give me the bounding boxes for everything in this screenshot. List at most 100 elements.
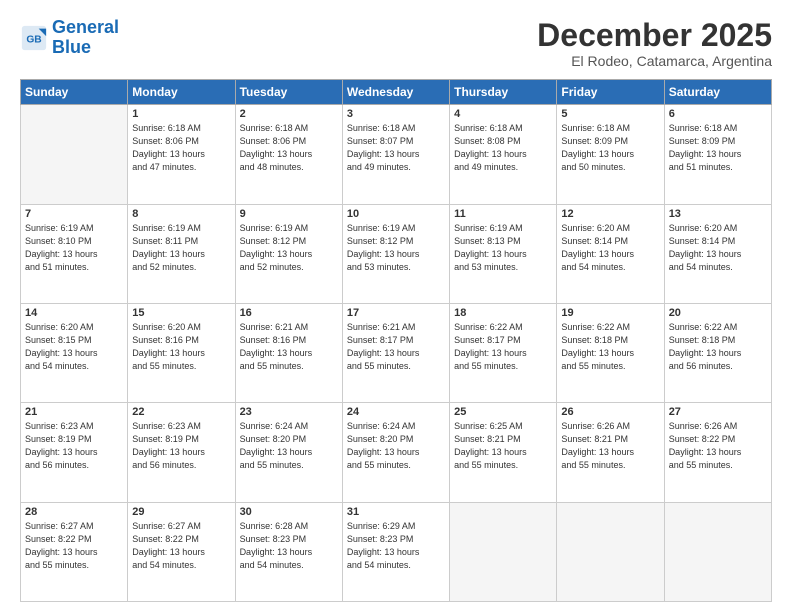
col-header-saturday: Saturday (664, 80, 771, 105)
calendar-cell: 11 Sunrise: 6:19 AMSunset: 8:13 PMDayligh… (450, 204, 557, 303)
day-number: 4 (454, 108, 552, 120)
calendar-cell: 27Sunrise: 6:26 AMSunset: 8:22 PMDayligh… (664, 403, 771, 502)
calendar-cell: 30 Sunrise: 6:28 AMSunset: 8:23 PMDayligh… (235, 502, 342, 601)
title-block: December 2025 El Rodeo, Catamarca, Argen… (537, 18, 772, 69)
day-info: Sunrise: 6:18 AMSunset: 8:09 PMDaylight:… (669, 122, 767, 174)
day-number: 21 (25, 406, 123, 418)
day-number: 16 (240, 307, 338, 319)
day-info: Sunrise: 6:21 AMSunset: 8:16 PMDaylight:… (240, 321, 338, 373)
day-info: Sunrise: 6:19 AMSunset: 8:12 PMDaylight:… (240, 222, 338, 274)
day-info: Sunrise: 6:22 AMSunset: 8:17 PMDaylight:… (454, 321, 552, 373)
day-number: 29 (132, 506, 230, 518)
day-number: 26 (561, 406, 659, 418)
calendar-cell: 10 Sunrise: 6:19 AMSunset: 8:12 PMDayligh… (342, 204, 449, 303)
day-number: 27 (669, 406, 767, 418)
col-header-sunday: Sunday (21, 80, 128, 105)
day-info: Sunrise: 6:20 AMSunset: 8:15 PMDaylight:… (25, 321, 123, 373)
col-header-tuesday: Tuesday (235, 80, 342, 105)
day-info: Sunrise: 6:26 AMSunset: 8:21 PMDaylight:… (561, 420, 659, 472)
day-number: 14 (25, 307, 123, 319)
calendar-cell: 22 Sunrise: 6:23 AMSunset: 8:19 PMDayligh… (128, 403, 235, 502)
calendar-cell: 7Sunrise: 6:19 AMSunset: 8:10 PMDaylight… (21, 204, 128, 303)
calendar-cell: 2Sunrise: 6:18 AMSunset: 8:06 PMDaylight… (235, 105, 342, 204)
day-number: 9 (240, 208, 338, 220)
day-info: Sunrise: 6:27 AMSunset: 8:22 PMDaylight:… (132, 520, 230, 572)
calendar-header: SundayMondayTuesdayWednesdayThursdayFrid… (21, 80, 772, 105)
col-header-thursday: Thursday (450, 80, 557, 105)
logo-line2: Blue (52, 37, 91, 57)
col-header-monday: Monday (128, 80, 235, 105)
day-info: Sunrise: 6:28 AMSunset: 8:23 PMDaylight:… (240, 520, 338, 572)
day-number: 3 (347, 108, 445, 120)
day-number: 19 (561, 307, 659, 319)
calendar-cell: 17 Sunrise: 6:21 AMSunset: 8:17 PMDayligh… (342, 303, 449, 402)
calendar-cell: 15 Sunrise: 6:20 AMSunset: 8:16 PMDayligh… (128, 303, 235, 402)
logo-line1: General (52, 17, 119, 37)
day-info: Sunrise: 6:20 AMSunset: 8:16 PMDaylight:… (132, 321, 230, 373)
day-number: 8 (132, 208, 230, 220)
day-info: Sunrise: 6:25 AMSunset: 8:21 PMDaylight:… (454, 420, 552, 472)
calendar-cell: 16 Sunrise: 6:21 AMSunset: 8:16 PMDayligh… (235, 303, 342, 402)
calendar-cell: 19 Sunrise: 6:22 AMSunset: 8:18 PMDayligh… (557, 303, 664, 402)
calendar-cell (21, 105, 128, 204)
day-info: Sunrise: 6:18 AMSunset: 8:06 PMDaylight:… (132, 122, 230, 174)
calendar-cell (557, 502, 664, 601)
logo: GB General Blue (20, 18, 119, 58)
calendar-body: 1Sunrise: 6:18 AMSunset: 8:06 PMDaylight… (21, 105, 772, 602)
day-info: Sunrise: 6:20 AMSunset: 8:14 PMDaylight:… (561, 222, 659, 274)
day-number: 30 (240, 506, 338, 518)
calendar-cell: 3 Sunrise: 6:18 AMSunset: 8:07 PMDaylight… (342, 105, 449, 204)
header: GB General Blue December 2025 El Rodeo, … (20, 18, 772, 69)
calendar-cell (450, 502, 557, 601)
calendar-subtitle: El Rodeo, Catamarca, Argentina (537, 53, 772, 69)
calendar-cell: 29 Sunrise: 6:27 AMSunset: 8:22 PMDayligh… (128, 502, 235, 601)
day-number: 31 (347, 506, 445, 518)
day-number: 12 (561, 208, 659, 220)
calendar-cell: 12 Sunrise: 6:20 AMSunset: 8:14 PMDayligh… (557, 204, 664, 303)
day-number: 23 (240, 406, 338, 418)
day-number: 24 (347, 406, 445, 418)
calendar-cell: 13Sunrise: 6:20 AMSunset: 8:14 PMDayligh… (664, 204, 771, 303)
day-info: Sunrise: 6:18 AMSunset: 8:09 PMDaylight:… (561, 122, 659, 174)
col-header-friday: Friday (557, 80, 664, 105)
logo-text: General Blue (52, 18, 119, 58)
day-number: 20 (669, 307, 767, 319)
logo-icon: GB (20, 24, 48, 52)
day-number: 28 (25, 506, 123, 518)
day-number: 5 (561, 108, 659, 120)
day-number: 10 (347, 208, 445, 220)
day-info: Sunrise: 6:29 AMSunset: 8:23 PMDaylight:… (347, 520, 445, 572)
day-info: Sunrise: 6:23 AMSunset: 8:19 PMDaylight:… (132, 420, 230, 472)
day-info: Sunrise: 6:21 AMSunset: 8:17 PMDaylight:… (347, 321, 445, 373)
calendar-table: SundayMondayTuesdayWednesdayThursdayFrid… (20, 79, 772, 602)
week-row-1: 1Sunrise: 6:18 AMSunset: 8:06 PMDaylight… (21, 105, 772, 204)
day-number: 6 (669, 108, 767, 120)
calendar-cell: 4 Sunrise: 6:18 AMSunset: 8:08 PMDaylight… (450, 105, 557, 204)
day-info: Sunrise: 6:18 AMSunset: 8:07 PMDaylight:… (347, 122, 445, 174)
calendar-cell: 9 Sunrise: 6:19 AMSunset: 8:12 PMDaylight… (235, 204, 342, 303)
day-number: 25 (454, 406, 552, 418)
day-info: Sunrise: 6:24 AMSunset: 8:20 PMDaylight:… (240, 420, 338, 472)
week-row-5: 28 Sunrise: 6:27 AMSunset: 8:22 PMDayligh… (21, 502, 772, 601)
day-info: Sunrise: 6:19 AMSunset: 8:12 PMDaylight:… (347, 222, 445, 274)
svg-text:GB: GB (26, 34, 41, 45)
day-number: 15 (132, 307, 230, 319)
week-row-4: 21 Sunrise: 6:23 AMSunset: 8:19 PMDayligh… (21, 403, 772, 502)
calendar-cell: 28 Sunrise: 6:27 AMSunset: 8:22 PMDayligh… (21, 502, 128, 601)
day-info: Sunrise: 6:27 AMSunset: 8:22 PMDaylight:… (25, 520, 123, 572)
day-number: 7 (25, 208, 123, 220)
day-number: 11 (454, 208, 552, 220)
day-number: 17 (347, 307, 445, 319)
day-number: 18 (454, 307, 552, 319)
day-info: Sunrise: 6:19 AMSunset: 8:13 PMDaylight:… (454, 222, 552, 274)
calendar-cell: 8Sunrise: 6:19 AMSunset: 8:11 PMDaylight… (128, 204, 235, 303)
week-row-3: 14 Sunrise: 6:20 AMSunset: 8:15 PMDayligh… (21, 303, 772, 402)
day-info: Sunrise: 6:18 AMSunset: 8:08 PMDaylight:… (454, 122, 552, 174)
day-info: Sunrise: 6:22 AMSunset: 8:18 PMDaylight:… (669, 321, 767, 373)
day-number: 22 (132, 406, 230, 418)
week-row-2: 7Sunrise: 6:19 AMSunset: 8:10 PMDaylight… (21, 204, 772, 303)
calendar-cell: 5 Sunrise: 6:18 AMSunset: 8:09 PMDaylight… (557, 105, 664, 204)
day-info: Sunrise: 6:22 AMSunset: 8:18 PMDaylight:… (561, 321, 659, 373)
day-number: 2 (240, 108, 338, 120)
calendar-cell: 24Sunrise: 6:24 AMSunset: 8:20 PMDayligh… (342, 403, 449, 502)
